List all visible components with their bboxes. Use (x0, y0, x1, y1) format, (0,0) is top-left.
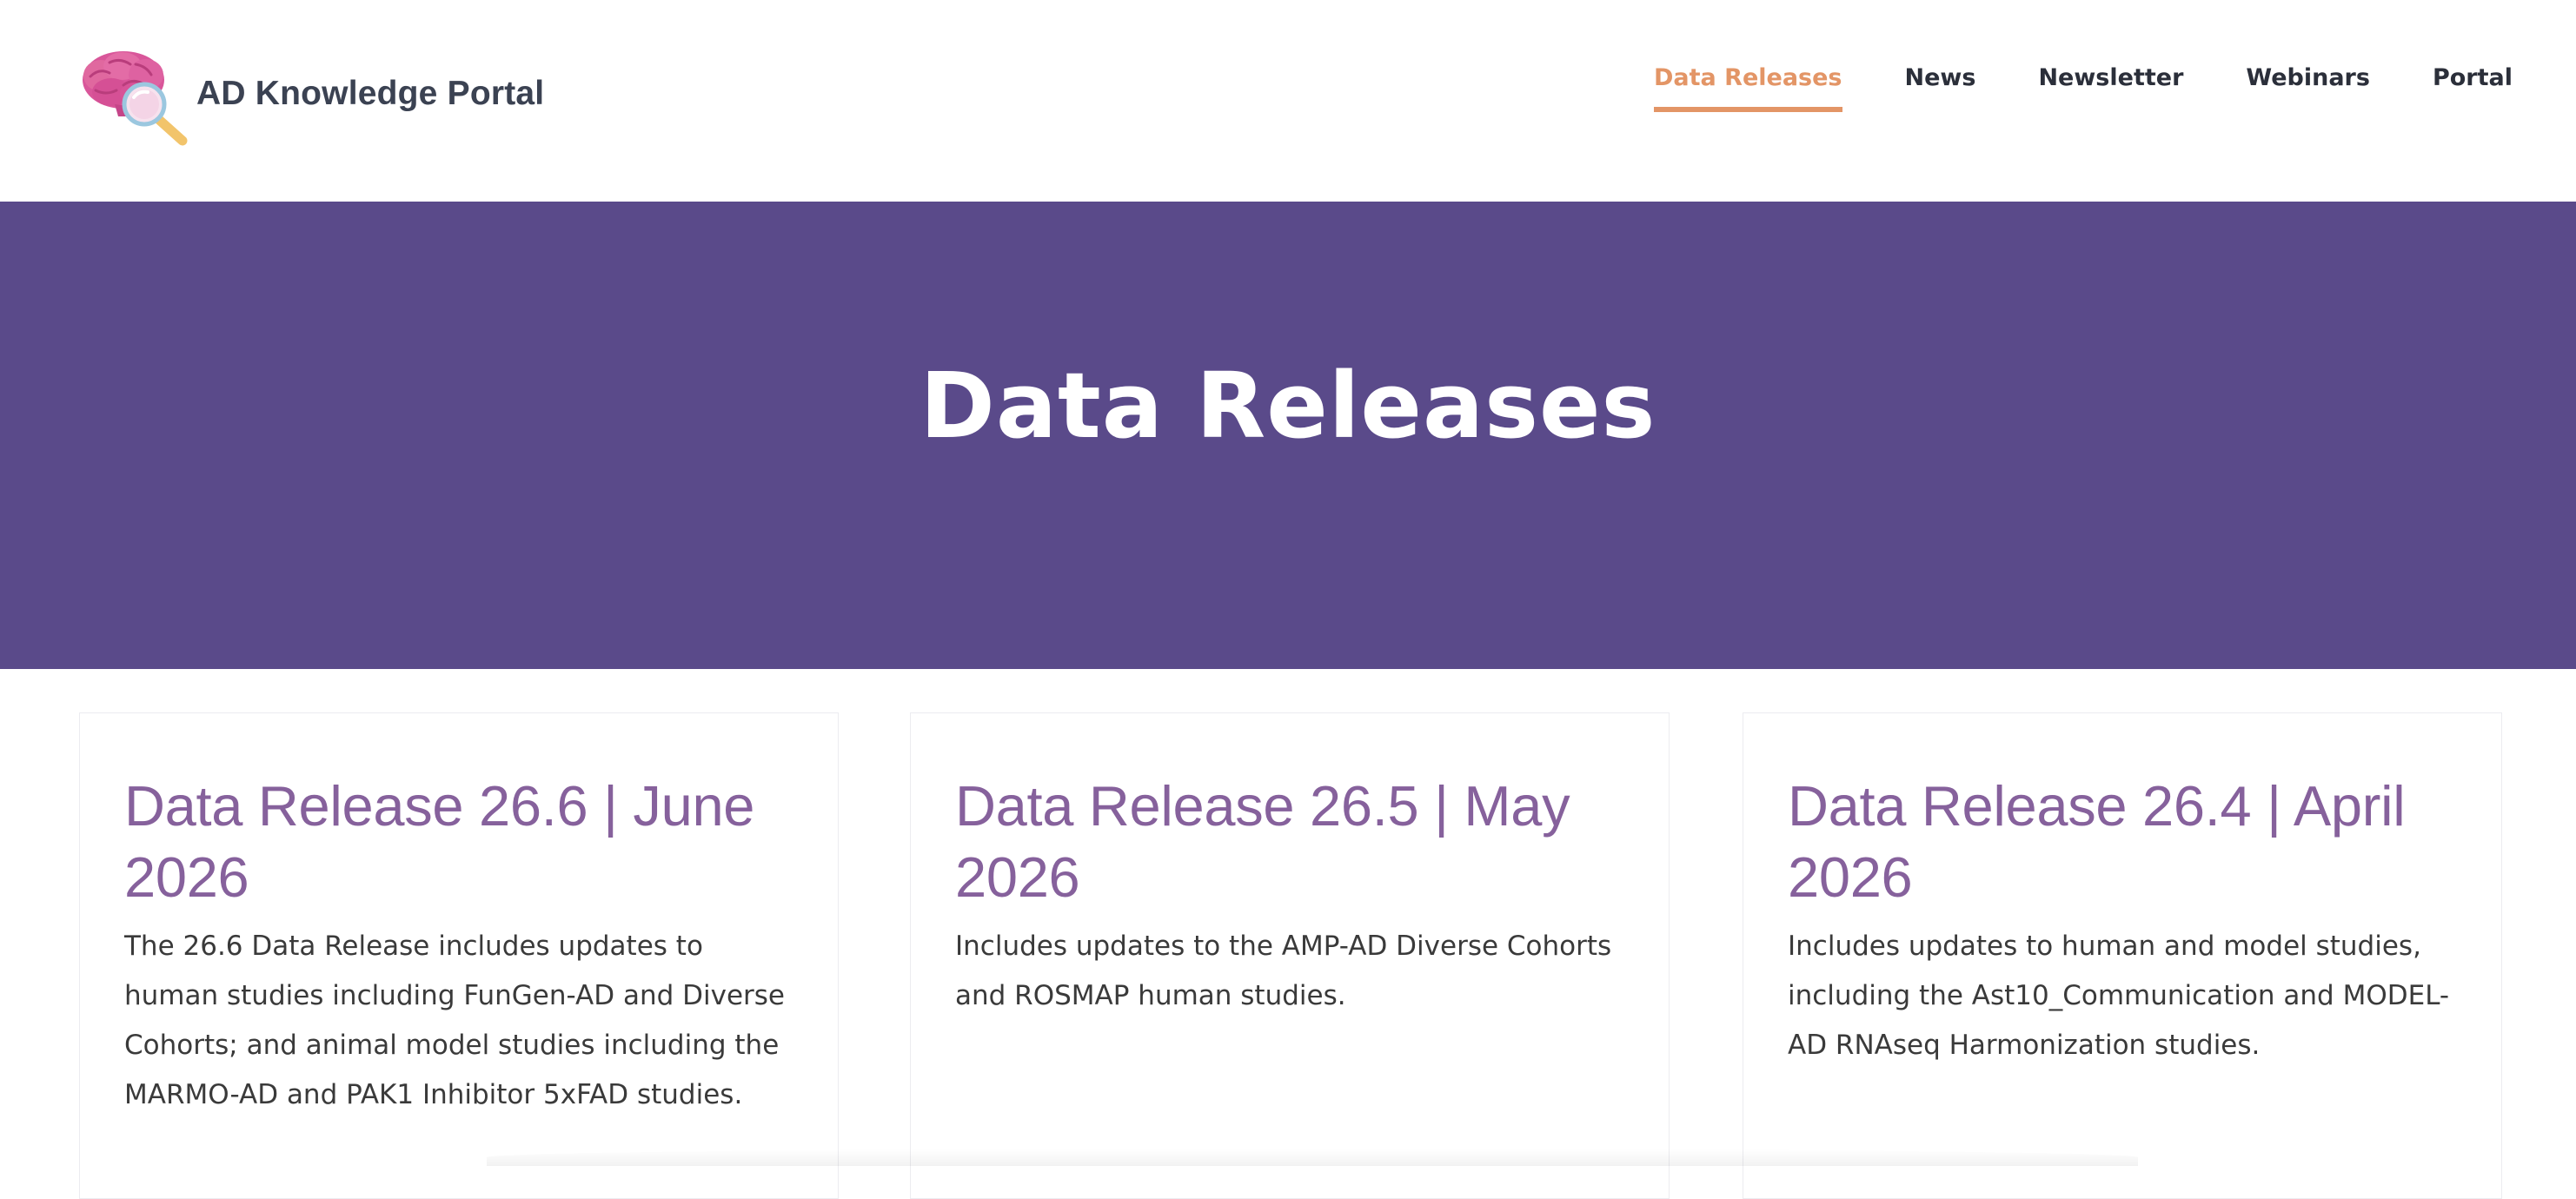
release-card[interactable]: Data Release 26.4 | April 2026 Includes … (1743, 712, 2502, 1199)
nav-newsletter[interactable]: Newsletter (2038, 64, 2183, 112)
brain-magnifier-logo-icon[interactable] (75, 47, 196, 146)
release-card-title[interactable]: Data Release 26.6 | June 2026 (124, 771, 794, 913)
nav-data-releases[interactable]: Data Releases (1654, 64, 1842, 112)
release-card-title[interactable]: Data Release 26.4 | April 2026 (1788, 771, 2458, 913)
main-nav: Data Releases News Newsletter Webinars P… (1654, 64, 2513, 125)
site-name-link[interactable]: AD Knowledge Portal (196, 75, 544, 113)
site-header: AD Knowledge Portal Data Releases News N… (0, 0, 2576, 202)
hero-banner: Data Releases (0, 202, 2576, 669)
page-title: Data Releases (920, 353, 1656, 459)
nav-news[interactable]: News (1905, 64, 1976, 112)
release-card-description: Includes updates to the AMP-AD Diverse C… (955, 931, 1612, 1011)
release-card-description: The 26.6 Data Release includes updates t… (124, 931, 785, 1110)
release-cards: Data Release 26.6 | June 2026 The 26.6 D… (0, 712, 2576, 1199)
release-card-description: Includes updates to human and model stud… (1788, 931, 2450, 1061)
release-card-title[interactable]: Data Release 26.5 | May 2026 (955, 771, 1625, 913)
brain-icon (83, 51, 188, 146)
nav-portal[interactable]: Portal (2433, 64, 2513, 112)
release-card[interactable]: Data Release 26.5 | May 2026 Includes up… (910, 712, 1670, 1199)
release-card[interactable]: Data Release 26.6 | June 2026 The 26.6 D… (79, 712, 839, 1199)
nav-webinars[interactable]: Webinars (2246, 64, 2370, 112)
